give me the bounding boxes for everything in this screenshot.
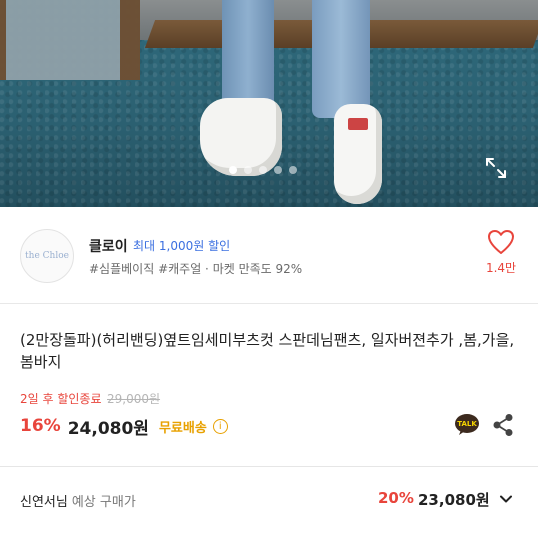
chevron-down-icon[interactable] [498, 491, 514, 507]
like-count: 1.4만 [485, 261, 517, 275]
seller-discount[interactable]: 최대 1,000원 할인 [133, 237, 230, 254]
product-image[interactable] [0, 0, 538, 207]
share-icon[interactable] [492, 413, 514, 437]
image-pagination [229, 166, 297, 174]
member-price-label: 신연서님 예상 구매가 [20, 491, 136, 510]
discount-deadline: 2일 후 할인종료 [20, 392, 102, 406]
seller-tags: #심플베이직 #캐주얼 · 마켓 만족도 92% [89, 262, 303, 276]
like-button[interactable]: 1.4만 [484, 229, 518, 289]
seller-avatar[interactable]: the Chloe [20, 229, 74, 283]
pagination-dot[interactable] [229, 166, 237, 174]
section-divider [0, 303, 538, 304]
price-row: 16% 24,080원 무료배송 i [20, 414, 228, 439]
pagination-dot[interactable] [274, 166, 282, 174]
sale-price: 24,080원 [67, 418, 149, 439]
sneaker-left [200, 98, 282, 176]
pagination-dot[interactable] [259, 166, 267, 174]
member-price: 23,080원 [418, 491, 490, 509]
discount-rate: 16% [20, 416, 61, 436]
original-price: 29,000원 [107, 392, 161, 406]
svg-text:TALK: TALK [457, 420, 477, 428]
kakaotalk-icon[interactable]: TALK [454, 413, 480, 437]
jeans-right-leg [312, 0, 370, 118]
avatar-logo-text: the Chloe [25, 251, 69, 261]
seller-name[interactable]: 클로이 [89, 236, 128, 256]
expand-icon[interactable] [484, 156, 508, 180]
sneaker-right [334, 104, 382, 204]
member-discount: 20% [378, 489, 414, 507]
pagination-dot[interactable] [244, 166, 252, 174]
member-name: 신연서님 [20, 495, 68, 510]
pagination-dot[interactable] [289, 166, 297, 174]
member-price-row[interactable]: 신연서님 예상 구매가 20% 23,080원 [0, 467, 538, 531]
photo-window [0, 0, 140, 80]
seller-info: the Chloe 클로이 최대 1,000원 할인 #심플베이직 #캐주얼 ·… [0, 207, 538, 303]
expected-price-label: 예상 구매가 [71, 495, 136, 510]
product-title: (2만장돌파)(허리밴딩)옆트임세미부츠컷 스판데님팬츠, 일자버젼추가 ,봄,… [20, 331, 515, 371]
info-icon[interactable]: i [212, 418, 228, 434]
free-shipping-label: 무료배송 [158, 420, 207, 436]
sneaker-patch [348, 118, 368, 130]
heart-icon [488, 230, 514, 254]
jeans-left-leg [222, 0, 274, 112]
